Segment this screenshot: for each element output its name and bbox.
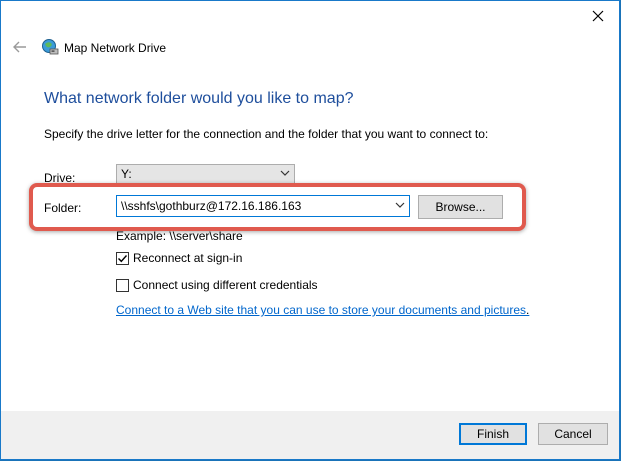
reconnect-label: Reconnect at sign-in — [133, 251, 243, 265]
folder-input-value: \\sshfs\gothburz@172.16.186.163 — [121, 199, 302, 213]
back-arrow-icon — [13, 41, 26, 53]
credentials-checkbox[interactable] — [116, 278, 129, 292]
dialog-footer: Finish Cancel — [1, 411, 619, 459]
cancel-button[interactable]: Cancel — [538, 423, 608, 445]
window-title: Map Network Drive — [64, 41, 167, 55]
finish-button[interactable]: Finish — [459, 423, 527, 445]
web-site-link[interactable]: Connect to a Web site that you can use t… — [116, 303, 529, 317]
folder-label: Folder: — [44, 201, 82, 215]
drive-select[interactable]: Y: — [116, 164, 295, 184]
credentials-option[interactable]: Connect using different credentials — [116, 278, 318, 292]
chevron-down-icon[interactable] — [395, 200, 405, 210]
reconnect-option[interactable]: Reconnect at sign-in — [116, 251, 242, 265]
network-drive-icon — [41, 38, 59, 56]
checkmark-icon — [118, 254, 128, 262]
example-text: Example: \\server\share — [116, 229, 243, 243]
back-button[interactable] — [11, 38, 29, 56]
map-network-drive-window: Map Network Drive What network folder wo… — [0, 0, 620, 460]
instruction-text: Specify the drive letter for the connect… — [44, 127, 489, 141]
web-site-link-text[interactable]: Connect to a Web site that you can use t… — [116, 303, 526, 317]
page-heading: What network folder would you like to ma… — [44, 90, 354, 107]
close-icon — [592, 10, 604, 22]
link-suffix: . — [526, 303, 530, 317]
drive-select-value: Y: — [121, 167, 132, 181]
reconnect-checkbox[interactable] — [116, 251, 129, 265]
chevron-down-icon — [280, 170, 290, 176]
folder-input[interactable]: \\sshfs\gothburz@172.16.186.163 — [116, 195, 410, 217]
close-button[interactable] — [583, 3, 613, 29]
credentials-label: Connect using different credentials — [133, 278, 318, 292]
browse-button[interactable]: Browse... — [418, 195, 503, 219]
